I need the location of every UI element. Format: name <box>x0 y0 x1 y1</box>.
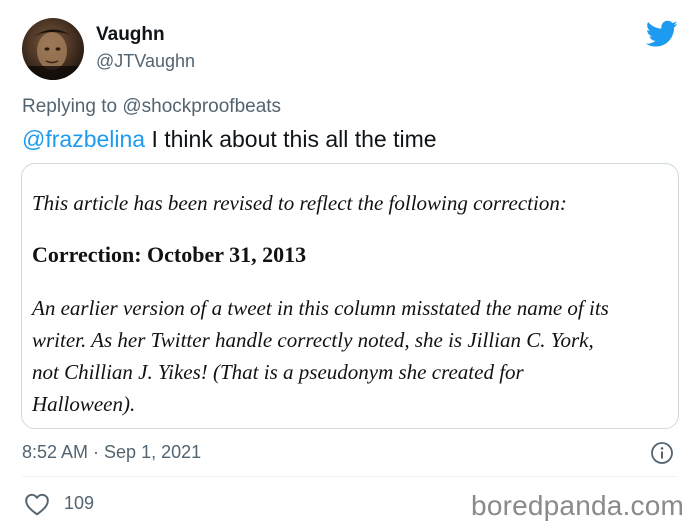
media-image[interactable]: This article has been revised to reflect… <box>21 163 679 429</box>
heart-icon[interactable] <box>24 492 50 516</box>
tweet-text: @frazbelina I think about this all the t… <box>22 126 437 153</box>
profile-photo-icon <box>22 29 84 80</box>
author-handle[interactable]: @JTVaughn <box>96 51 195 72</box>
tweet-body: I think about this all the time <box>151 126 437 152</box>
tweet-timestamp[interactable]: 8:52 AM · Sep 1, 2021 <box>22 442 201 463</box>
twitter-bird-icon[interactable] <box>646 20 678 48</box>
replying-to: Replying to @shockproofbeats <box>22 96 281 118</box>
avatar[interactable] <box>22 18 84 80</box>
correction-line: An earlier version of a tweet in this co… <box>32 296 609 320</box>
author-display-name[interactable]: Vaughn <box>96 24 165 46</box>
correction-line: Halloween). <box>32 392 136 416</box>
like-count[interactable]: 109 <box>64 493 94 514</box>
watermark: boredpanda.com <box>471 490 684 521</box>
replying-to-handle-link[interactable]: @shockproofbeats <box>122 96 281 117</box>
correction-intro: This article has been revised to reflect… <box>32 191 567 215</box>
divider <box>22 476 678 477</box>
correction-line: writer. As her Twitter handle correctly … <box>32 328 594 352</box>
correction-line: not Chillian J. Yikes! (That is a pseudo… <box>32 360 524 384</box>
info-icon[interactable] <box>650 441 674 465</box>
replying-prefix: Replying to <box>22 96 118 117</box>
correction-heading: Correction: October 31, 2013 <box>32 242 307 267</box>
mention-link[interactable]: @frazbelina <box>22 126 145 152</box>
correction-body: An earlier version of a tweet in this co… <box>32 292 672 420</box>
